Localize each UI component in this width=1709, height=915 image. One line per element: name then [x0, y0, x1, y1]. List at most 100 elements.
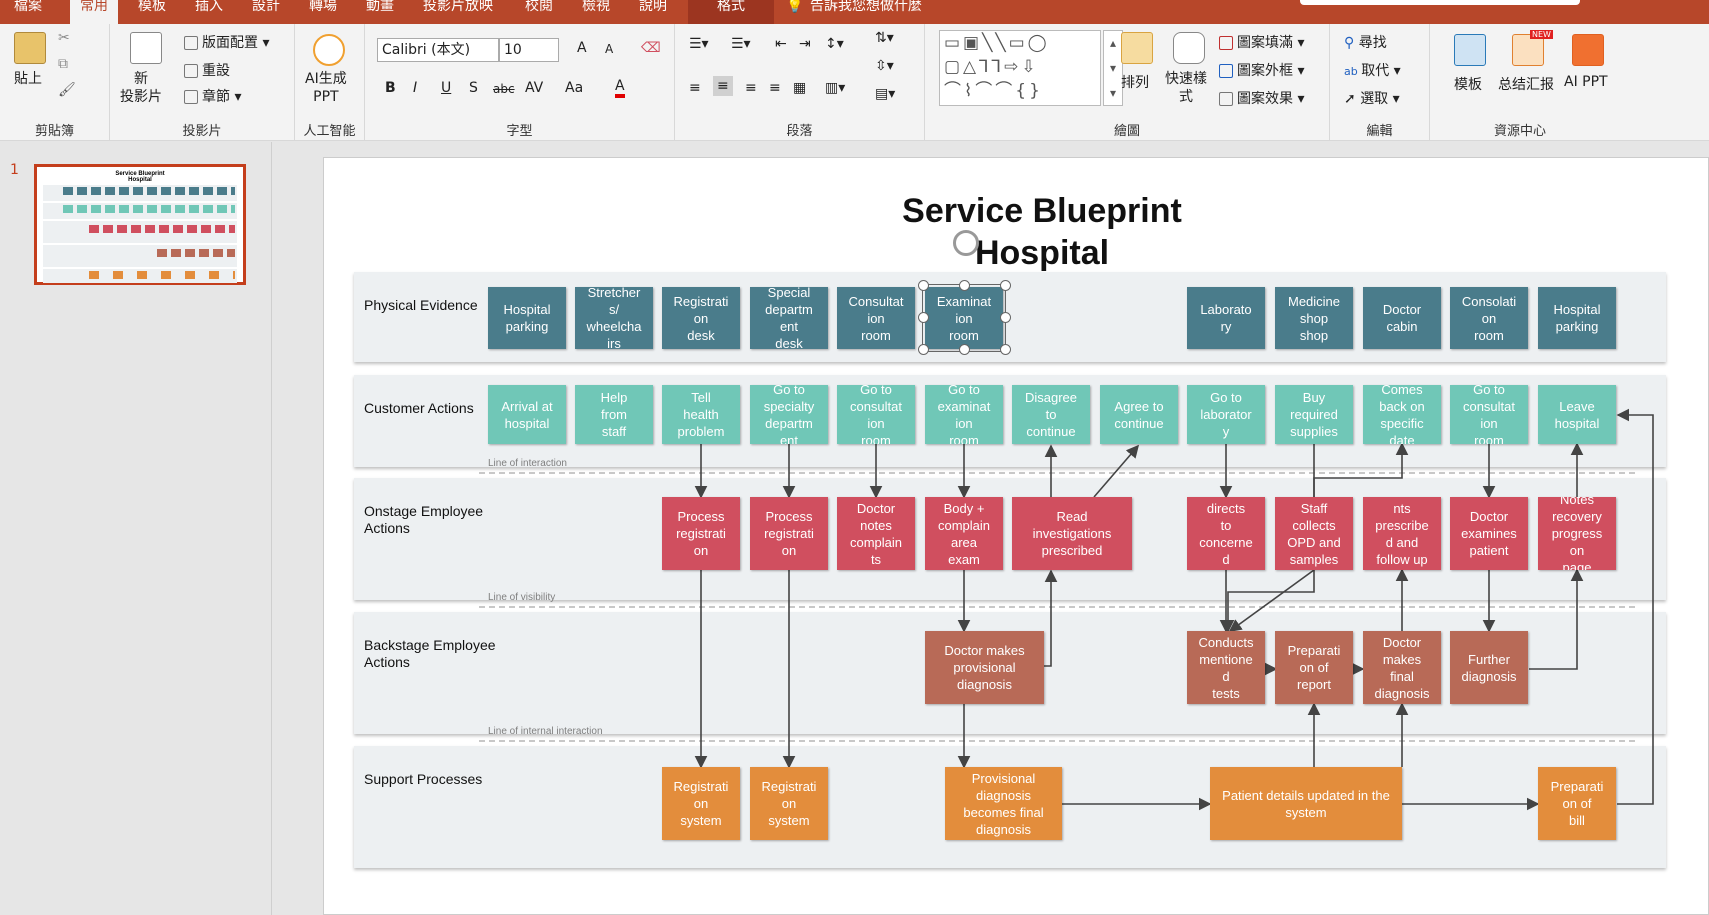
onstage-action-box[interactable]: Staff collects OPD and samples — [1275, 497, 1353, 570]
evidence-box[interactable]: Consultat ion room — [837, 287, 915, 349]
customer-action-box[interactable]: Go to laborator y — [1187, 385, 1265, 444]
onstage-action-box[interactable]: Doctor notes complain ts — [837, 497, 915, 570]
tab-transitions[interactable]: 轉場 — [299, 0, 347, 24]
ai-ppt-icon[interactable] — [1572, 34, 1604, 66]
new-slide-icon[interactable] — [130, 32, 162, 64]
cut-icon[interactable]: ✂ — [58, 30, 70, 46]
customer-action-box[interactable]: Go to specialty departm ent — [750, 385, 828, 444]
customer-action-box[interactable]: Go to examinat ion room — [925, 385, 1003, 444]
ai-ppt-button[interactable]: AI PPT — [1564, 74, 1608, 90]
account-search-box[interactable] — [1300, 0, 1580, 5]
customer-action-box[interactable]: Help from staff — [575, 385, 653, 444]
grow-font-button[interactable]: A — [577, 40, 587, 56]
onstage-action-box[interactable]: Doctor directs to concerne d lab — [1187, 497, 1265, 570]
align-center-icon[interactable]: ≡ — [713, 76, 733, 96]
font-size-field[interactable]: 10 — [499, 38, 559, 62]
tab-review[interactable]: 校閱 — [515, 0, 563, 24]
replace-button[interactable]: ab 取代 ▾ — [1344, 60, 1401, 80]
numbering-icon[interactable]: ☰▾ — [731, 36, 751, 52]
change-case-button[interactable]: Aa — [565, 80, 583, 96]
char-spacing-button[interactable]: AV — [525, 80, 543, 96]
slide-title-line1[interactable]: Service Blueprint — [812, 192, 1272, 231]
tab-design[interactable]: 設計 — [242, 0, 290, 24]
section-button[interactable]: 章節 ▾ — [184, 86, 241, 106]
bullets-icon[interactable]: ☰▾ — [689, 36, 709, 52]
evidence-box[interactable]: Special departm ent desk — [750, 287, 828, 349]
customer-action-box[interactable]: Leave hospital — [1538, 385, 1616, 444]
shape-outline-button[interactable]: 圖案外框 ▾ — [1219, 60, 1304, 80]
italic-button[interactable]: I — [413, 80, 417, 96]
find-button[interactable]: ⚲ 尋找 — [1344, 32, 1387, 52]
shape-effects-button[interactable]: 圖案效果 ▾ — [1219, 88, 1304, 108]
backstage-action-box[interactable]: Further diagnosis — [1450, 631, 1528, 704]
tab-help[interactable]: 說明 — [629, 0, 677, 24]
customer-action-box[interactable]: Disagree to continue — [1012, 385, 1090, 444]
tell-me-search[interactable]: 告訴我您想做什麼 — [800, 0, 932, 24]
summary-report-button[interactable]: 总结汇报 — [1498, 74, 1554, 94]
evidence-box[interactable]: Hospital parking — [488, 287, 566, 349]
resize-handle[interactable] — [918, 344, 929, 355]
shrink-font-button[interactable]: A — [605, 42, 613, 56]
underline-button[interactable]: U — [441, 80, 451, 96]
customer-action-box[interactable]: Tell health problem — [662, 385, 740, 444]
paste-button[interactable]: 貼上 — [14, 68, 42, 88]
quick-styles-icon[interactable] — [1173, 32, 1205, 64]
evidence-box[interactable]: Stretcher s/ wheelcha irs — [575, 287, 653, 349]
onstage-action-box[interactable]: Read investigations prescribed — [1012, 497, 1132, 570]
support-process-box[interactable]: Preparati on of bill — [1538, 767, 1616, 840]
decrease-indent-icon[interactable]: ⇤ — [775, 36, 787, 52]
bold-button[interactable]: B — [385, 80, 396, 96]
resize-handle[interactable] — [1000, 312, 1011, 323]
customer-action-box[interactable]: Comes back on specific date — [1363, 385, 1441, 444]
onstage-action-box[interactable]: Doctor examines patient — [1450, 497, 1528, 570]
text-direction-icon[interactable]: ⇅▾ — [875, 30, 894, 46]
tab-file[interactable]: 檔案 — [4, 0, 52, 24]
layout-button[interactable]: 版面配置 ▾ — [184, 32, 269, 52]
clear-format-icon[interactable]: ⌫ — [641, 40, 661, 56]
quick-styles-button[interactable]: 快速樣 式 — [1165, 70, 1207, 106]
backstage-action-box[interactable]: Conducts mentione d tests — [1187, 631, 1265, 704]
templates-icon[interactable] — [1454, 34, 1486, 66]
ai-generate-button[interactable]: AI生成 PPT — [305, 70, 347, 106]
resize-handle[interactable] — [918, 312, 929, 323]
customer-action-box[interactable]: Buy required supplies — [1275, 385, 1353, 444]
customer-action-box[interactable]: Go to consultat ion room — [1450, 385, 1528, 444]
align-text-icon[interactable]: ⇳▾ — [875, 58, 894, 74]
shape-fill-button[interactable]: 圖案填滿 ▾ — [1219, 32, 1304, 52]
resize-handle[interactable] — [959, 280, 970, 291]
format-painter-icon[interactable]: 🖌 — [58, 82, 76, 98]
evidence-box[interactable]: Laborato ry — [1187, 287, 1265, 349]
distributed-icon[interactable]: ▦ — [793, 80, 806, 96]
copy-icon[interactable]: ⧉ — [58, 56, 68, 72]
onstage-action-box[interactable]: Process registrati on — [662, 497, 740, 570]
support-process-box[interactable]: Provisional diagnosis becomes final diag… — [945, 767, 1062, 840]
support-process-box[interactable]: Registrati on system — [750, 767, 828, 840]
support-process-box[interactable]: Patient details updated in the system — [1210, 767, 1402, 840]
tab-view[interactable]: 檢視 — [572, 0, 620, 24]
customer-action-box[interactable]: Go to consultat ion room — [837, 385, 915, 444]
shapes-gallery[interactable]: ▭▣╲╲▭◯ ▢△⅂⅂⇨⇩ ⌒⌇⌒⌒{} — [939, 30, 1101, 106]
tab-animations[interactable]: 動畫 — [356, 0, 404, 24]
reset-button[interactable]: 重設 — [184, 60, 230, 80]
evidence-box[interactable]: Medicine shop shop — [1275, 287, 1353, 349]
tab-insert[interactable]: 插入 — [185, 0, 233, 24]
resize-handle[interactable] — [1000, 280, 1011, 291]
resize-handle[interactable] — [918, 280, 929, 291]
evidence-box[interactable]: Consolati on room — [1450, 287, 1528, 349]
shadow-button[interactable]: S — [469, 80, 478, 96]
slide-title-line2[interactable]: Hospital — [812, 234, 1272, 273]
resize-handle[interactable] — [959, 344, 970, 355]
select-button[interactable]: ➚ 選取 ▾ — [1344, 88, 1400, 108]
resize-handle[interactable] — [1000, 344, 1011, 355]
onstage-action-box[interactable]: Process registrati on — [750, 497, 828, 570]
paste-icon[interactable] — [14, 32, 46, 64]
columns-icon[interactable]: ▥▾ — [825, 80, 845, 96]
backstage-action-box[interactable]: Preparati on of report — [1275, 631, 1353, 704]
onstage-action-box[interactable]: Treatme nts prescribe d and follow up da… — [1363, 497, 1441, 570]
templates-button[interactable]: 模板 — [1454, 74, 1482, 94]
evidence-box[interactable]: Hospital parking — [1538, 287, 1616, 349]
tab-templates[interactable]: 模板 — [128, 0, 176, 24]
onstage-action-box[interactable]: Notes recovery progress on page — [1538, 497, 1616, 570]
tab-format[interactable]: 格式 — [688, 0, 774, 24]
arrange-icon[interactable] — [1121, 32, 1153, 64]
